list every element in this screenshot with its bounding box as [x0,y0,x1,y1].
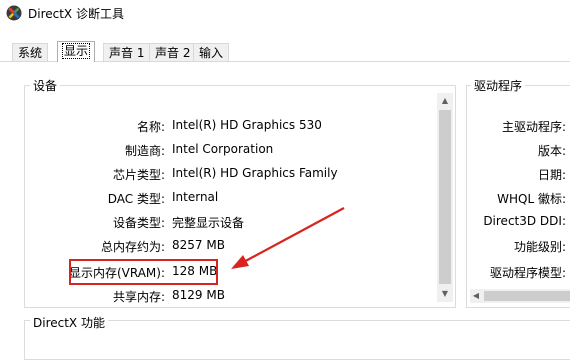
tab-input[interactable]: 输入 [193,43,230,61]
scroll-up-icon[interactable]: ▲ [437,93,453,109]
tab-display-label: 显示 [61,43,91,59]
drivers-hscrollbar[interactable]: ◀ [470,289,570,303]
dac-type-value: Internal [172,190,219,204]
device-type-value: 完整显示设备 [172,216,245,230]
shared-memory-label: 共享内存: [112,290,165,304]
d3d-ddi-label: Direct3D DDI: [483,214,566,228]
device-name-value: Intel(R) HD Graphics 530 [172,118,322,132]
device-name-label: 名称: [136,120,165,134]
hscroll-thumb[interactable] [484,291,570,301]
tab-sound-2-label: 声音 2 [155,46,191,60]
tab-system[interactable]: 系统 [12,43,49,61]
tab-input-label: 输入 [199,46,224,60]
tab-sound-2[interactable]: 声音 2 [149,43,197,61]
shared-memory-value: 8129 MB [172,288,225,302]
scroll-left-icon[interactable]: ◀ [470,289,482,303]
device-type-label: 设备类型: [112,216,165,230]
driver-version-label: 版本: [537,144,566,158]
directx-features-label: DirectX 功能 [30,314,108,331]
tab-sound-1[interactable]: 声音 1 [103,43,151,61]
feature-level-label: 功能级别: [513,240,566,254]
drivers-group-label: 驱动程序 [471,77,526,94]
dac-type-label: DAC 类型: [107,192,165,206]
driver-model-label: 驱动程序模型: [489,266,566,280]
tab-sound-1-label: 声音 1 [109,46,145,60]
directx-x-icon [6,5,22,21]
total-memory-label: 总内存约为: [100,240,165,254]
window-title: DirectX 诊断工具 [28,7,124,21]
vram-highlight-box [69,259,218,285]
chip-type-value: Intel(R) HD Graphics Family [172,166,338,180]
total-memory-value: 8257 MB [172,238,225,252]
title-bar: DirectX 诊断工具 [0,0,570,26]
tab-display[interactable]: 显示 [57,41,96,62]
manufacturer-label: 制造商: [124,144,165,158]
tab-system-label: 系统 [18,46,43,60]
device-group-label: 设备 [30,77,61,94]
manufacturer-value: Intel Corporation [172,142,274,156]
scroll-down-icon[interactable]: ▼ [437,286,453,302]
chip-type-label: 芯片类型: [112,168,165,182]
whql-logo-label: WHQL 徽标: [497,192,566,206]
main-driver-label: 主驱动程序: [501,120,566,134]
driver-date-label: 日期: [537,168,566,182]
